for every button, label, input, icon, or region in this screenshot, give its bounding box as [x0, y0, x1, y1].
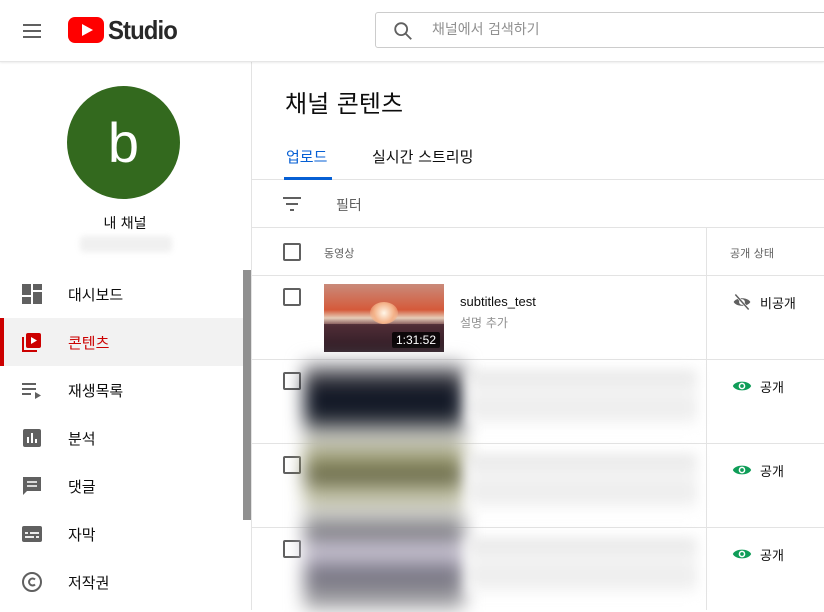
sidebar-item-dashboard[interactable]: 대시보드	[0, 270, 243, 318]
eye-icon	[732, 381, 752, 391]
redacted-thumbnails	[304, 362, 464, 610]
redacted-video-info	[467, 370, 697, 426]
video-title[interactable]: subtitles_test	[460, 294, 536, 309]
top-bar: Studio	[0, 0, 824, 62]
subtitles-icon	[22, 526, 42, 542]
dashboard-icon	[22, 284, 42, 304]
search-input[interactable]	[432, 19, 812, 41]
channel-name: 내 채널	[103, 216, 147, 232]
visibility-status[interactable]: 공개	[732, 376, 784, 396]
eye-off-icon	[733, 293, 751, 311]
column-header-video: 동영상	[324, 247, 355, 260]
sidebar-item-label: 대시보드	[68, 285, 124, 304]
copyright-icon	[22, 572, 42, 592]
redacted-video-info	[467, 454, 697, 510]
visibility-status[interactable]: 공개	[732, 460, 784, 480]
sidebar: b 내 채널 대시보드 콘텐츠 재생목록 분석 댓글 자막 저작권	[0, 62, 252, 610]
channel-handle-redacted	[80, 236, 172, 252]
sidebar-item-label: 분석	[68, 429, 96, 448]
sidebar-item-label: 댓글	[68, 477, 96, 496]
table-header: 동영상 공개 상태	[252, 228, 824, 276]
visibility-label: 공개	[760, 464, 784, 480]
row-checkbox[interactable]	[283, 288, 301, 306]
eye-icon	[732, 549, 752, 559]
visibility-label: 비공개	[760, 296, 796, 312]
analytics-icon	[23, 429, 41, 447]
filter-icon[interactable]	[280, 192, 304, 216]
sidebar-nav: 대시보드 콘텐츠 재생목록 분석 댓글 자막 저작권	[0, 270, 243, 606]
sidebar-item-label: 콘텐츠	[68, 333, 110, 352]
thumbnail-sun	[370, 302, 398, 324]
visibility-status[interactable]: 공개	[732, 544, 784, 564]
sidebar-item-comments[interactable]: 댓글	[0, 462, 243, 510]
comments-icon	[23, 477, 41, 495]
page-title: 채널 콘텐츠	[285, 90, 404, 118]
sidebar-item-playlists[interactable]: 재생목록	[0, 366, 243, 414]
sidebar-item-content[interactable]: 콘텐츠	[0, 318, 243, 366]
tab-uploads[interactable]: 업로드	[286, 146, 327, 167]
video-description[interactable]: 설명 추가	[460, 314, 508, 331]
youtube-studio-logo[interactable]: Studio	[68, 14, 183, 45]
sidebar-scrollbar[interactable]	[243, 270, 251, 520]
channel-avatar[interactable]: b	[67, 86, 180, 199]
logo-text: Studio	[108, 14, 178, 45]
sidebar-item-label: 자막	[68, 525, 96, 544]
search-icon	[394, 22, 412, 40]
video-thumbnail[interactable]: 1:31:52	[324, 284, 444, 352]
sidebar-item-label: 재생목록	[68, 381, 124, 400]
video-duration: 1:31:52	[391, 332, 440, 348]
column-header-visibility: 공개 상태	[730, 247, 774, 260]
main-content: 채널 콘텐츠 업로드 실시간 스트리밍 필터 동영상 공개 상태 1:31:52…	[252, 62, 824, 610]
youtube-play-logo-icon	[68, 17, 104, 43]
table-row[interactable]: 1:31:52 subtitles_test 설명 추가 비공개	[252, 276, 824, 360]
tab-live-streaming[interactable]: 실시간 스트리밍	[372, 146, 473, 167]
filter-bar[interactable]: 필터	[252, 180, 824, 228]
select-all-checkbox[interactable]	[283, 243, 301, 261]
row-checkbox[interactable]	[283, 540, 301, 558]
filter-label: 필터	[336, 198, 362, 214]
sidebar-item-label: 저작권	[68, 573, 110, 592]
visibility-status[interactable]: 비공개	[732, 292, 796, 312]
visibility-label: 공개	[760, 380, 784, 396]
hamburger-menu-icon[interactable]	[20, 19, 44, 43]
sidebar-item-subtitles[interactable]: 자막	[0, 510, 243, 558]
column-divider	[706, 228, 707, 610]
sidebar-item-copyright[interactable]: 저작권	[0, 558, 243, 606]
eye-icon	[732, 465, 752, 475]
row-checkbox[interactable]	[283, 372, 301, 390]
row-checkbox[interactable]	[283, 456, 301, 474]
playlist-icon	[22, 383, 41, 399]
redacted-video-info	[467, 538, 697, 594]
search-box[interactable]	[375, 12, 824, 48]
sidebar-item-analytics[interactable]: 분석	[0, 414, 243, 462]
content-icon	[22, 333, 41, 352]
visibility-label: 공개	[760, 548, 784, 564]
tab-bar: 업로드 실시간 스트리밍	[252, 132, 824, 180]
